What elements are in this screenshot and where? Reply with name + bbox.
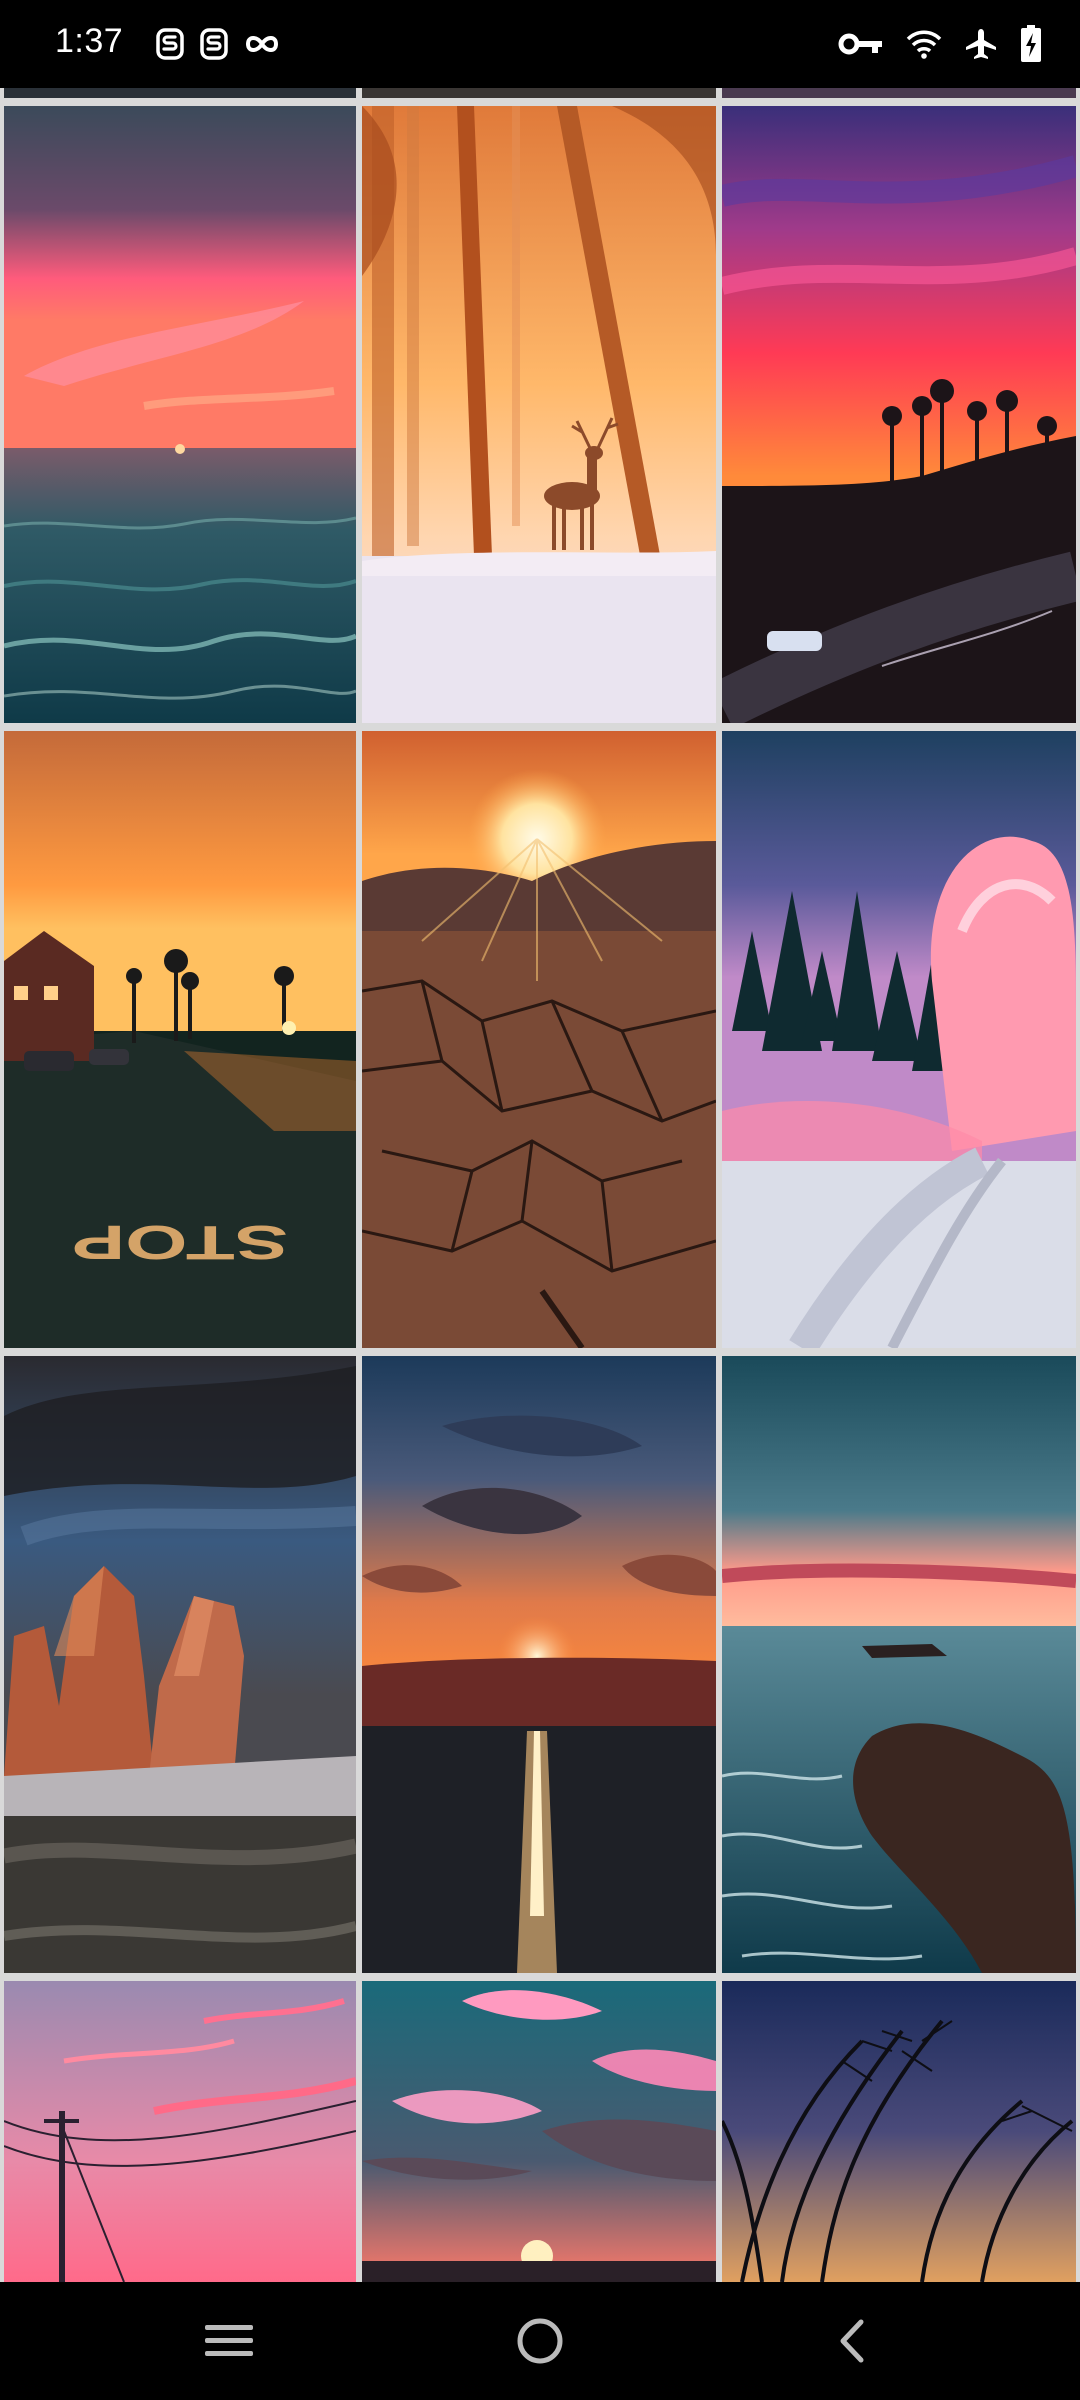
wallpaper-palm-sunset-road[interactable] — [722, 106, 1076, 723]
wallpaper-peek-1[interactable] — [4, 88, 356, 98]
home-button[interactable] — [495, 2306, 585, 2376]
infinity-icon — [245, 36, 279, 52]
status-bar: 1:37 — [0, 0, 1080, 88]
s-badge-icon — [200, 28, 228, 60]
wallpaper-pink-clouds-sunset[interactable] — [362, 1981, 716, 2282]
back-button[interactable] — [806, 2306, 896, 2376]
wallpaper-peek-3[interactable] — [722, 88, 1076, 98]
wifi-icon — [906, 30, 942, 59]
road-stop-text: STOP — [72, 1216, 288, 1270]
status-right-icons — [838, 22, 1042, 66]
vpn-key-icon — [838, 33, 882, 55]
wallpaper-stop-road-sunset[interactable]: STOP — [4, 731, 356, 1348]
recent-apps-button[interactable] — [184, 2306, 274, 2376]
wallpaper-peek-2[interactable] — [362, 88, 716, 98]
status-time: 1:37 — [55, 22, 124, 60]
wallpaper-grass-silhouette[interactable] — [722, 1981, 1076, 2282]
wallpaper-powerline-pink-sky[interactable] — [4, 1981, 356, 2282]
status-left-icons — [155, 24, 281, 64]
wallpaper-dolomites-peaks[interactable] — [4, 1356, 356, 1973]
airplane-mode-icon — [966, 29, 996, 59]
wallpaper-rocky-coast-waves[interactable] — [722, 1356, 1076, 1973]
wallpaper-deer-misty-forest[interactable] — [362, 106, 716, 723]
back-icon — [840, 2319, 864, 2363]
wallpaper-grid[interactable]: STOP — [0, 88, 1080, 2282]
s-badge-icon — [156, 28, 184, 60]
battery-charging-icon — [1021, 25, 1041, 62]
wallpaper-ocean-sunset[interactable] — [4, 106, 356, 723]
wallpaper-sunset-sea-reflection[interactable] — [362, 1356, 716, 1973]
navigation-bar — [0, 2282, 1080, 2400]
menu-icon — [205, 2325, 253, 2356]
wallpaper-pink-snowy-trees[interactable] — [722, 731, 1076, 1348]
wallpaper-cracked-earth-sunburst[interactable] — [362, 731, 716, 1348]
home-icon — [517, 2318, 563, 2364]
